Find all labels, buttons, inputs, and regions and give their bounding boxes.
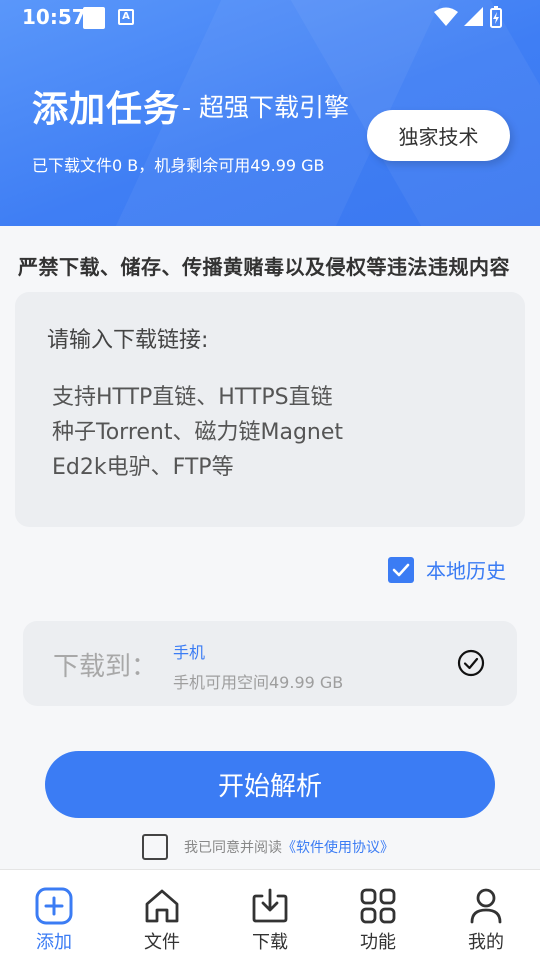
person-icon	[470, 888, 502, 924]
local-history-toggle[interactable]: 本地历史	[388, 555, 506, 584]
download-destination[interactable]: 下载到： 手机 手机可用空间49.99 GB	[23, 621, 517, 706]
add-square-icon	[35, 887, 73, 925]
bottom-nav: 添加 文件 下载 功能 我的	[0, 869, 540, 960]
app-notification-icon: A	[118, 9, 134, 25]
agreement-link[interactable]: 《软件使用协议》	[282, 840, 394, 856]
hint-line: Ed2k电驴、FTP等	[52, 455, 234, 480]
status-time: 10:57	[22, 5, 86, 29]
local-history-label[interactable]: 本地历史	[426, 555, 506, 584]
nav-item-features[interactable]: 功能	[324, 870, 432, 960]
agreement-text: 我已同意并阅读《软件使用协议》	[184, 837, 394, 857]
nav-label-profile: 我的	[468, 932, 504, 953]
grid-icon	[360, 888, 396, 924]
nav-item-add[interactable]: 添加	[0, 870, 108, 960]
battery-icon	[490, 6, 502, 28]
nav-label-features: 功能	[360, 932, 396, 953]
input-placeholder: 支持HTTP直链、HTTPS直链 种子Torrent、磁力链Magnet Ed2…	[52, 380, 343, 485]
download-link-input[interactable]: 请输入下载链接: 支持HTTP直链、HTTPS直链 种子Torrent、磁力链M…	[15, 292, 525, 527]
agreement-checkbox[interactable]	[142, 834, 168, 860]
destination-name: 手机	[173, 643, 206, 662]
legal-warning: 严禁下载、储存、传播黄赌毒以及侵权等违法违规内容	[18, 255, 510, 279]
hint-line: 支持HTTP直链、HTTPS直链	[52, 385, 333, 410]
wifi-icon	[434, 7, 458, 26]
agreement-row: 我已同意并阅读《软件使用协议》	[142, 834, 394, 860]
nav-item-profile[interactable]: 我的	[432, 870, 540, 960]
checkbox-checked-icon[interactable]	[388, 556, 414, 583]
agreement-prefix: 我已同意并阅读	[184, 840, 282, 856]
nav-item-download[interactable]: 下载	[216, 870, 324, 960]
nav-label-download: 下载	[252, 932, 288, 953]
signal-icon	[464, 7, 483, 26]
page-subtitle: - 超强下载引擎	[182, 93, 349, 122]
input-label: 请输入下载链接:	[47, 328, 209, 353]
destination-space: 手机可用空间49.99 GB	[173, 673, 344, 692]
status-bar: 10:57 A	[0, 0, 540, 34]
destination-label: 下载到：	[53, 652, 158, 682]
page-title: 添加任务	[32, 89, 181, 130]
nav-item-files[interactable]: 文件	[108, 870, 216, 960]
nav-label-add: 添加	[36, 932, 72, 953]
start-parse-button[interactable]: 开始解析	[45, 751, 495, 818]
download-icon	[252, 888, 288, 923]
nav-label-files: 文件	[144, 932, 180, 953]
home-icon	[145, 889, 179, 923]
hint-line: 种子Torrent、磁力链Magnet	[52, 420, 344, 445]
check-circle-icon[interactable]	[457, 649, 485, 677]
header: 10:57 A 添加任务 - 超强下载引擎 已下载文件0 B，机身剩余可用49.…	[0, 0, 540, 226]
exclusive-tech-button[interactable]: 独家技术	[367, 110, 510, 161]
storage-stats: 已下载文件0 B，机身剩余可用49.99 GB	[32, 156, 325, 175]
notification-icon	[83, 7, 105, 29]
